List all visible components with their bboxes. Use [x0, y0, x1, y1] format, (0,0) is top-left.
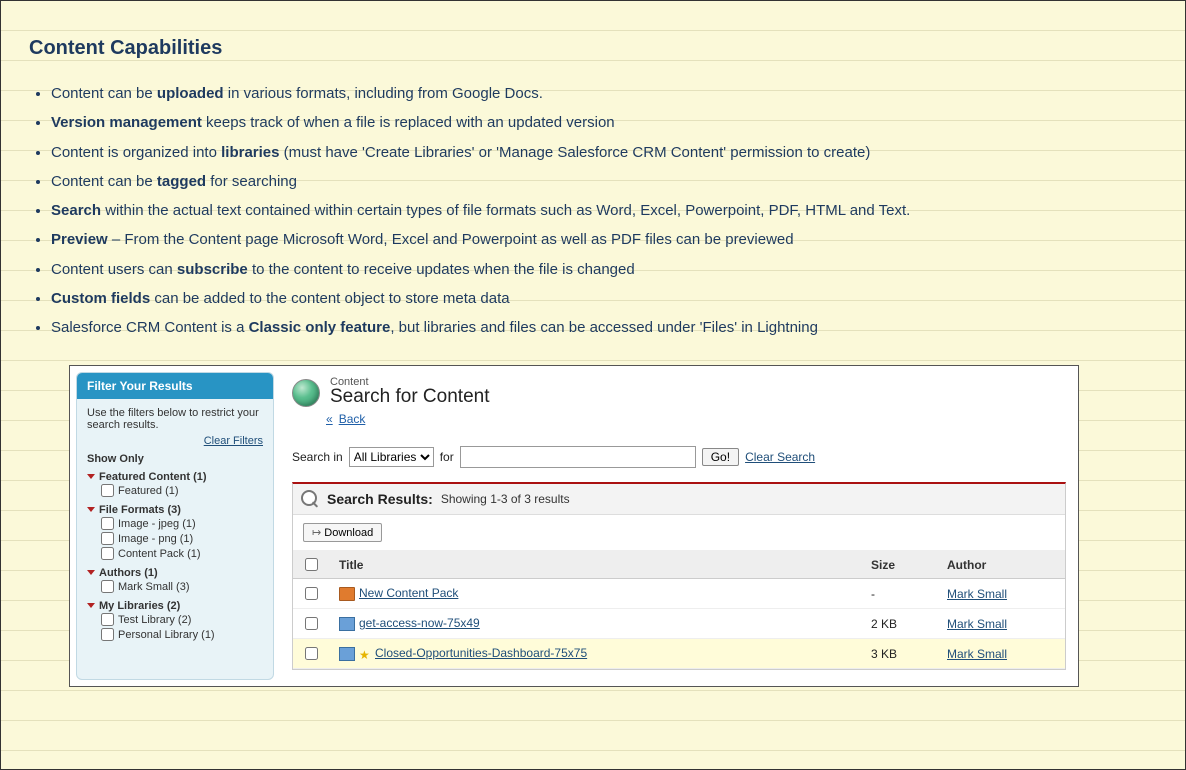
filter-item[interactable]: Image - jpeg (1) — [87, 516, 263, 531]
clear-search-link[interactable]: Clear Search — [745, 450, 815, 464]
results-panel: Search Results: Showing 1-3 of 3 results… — [292, 482, 1066, 670]
row-checkbox[interactable] — [305, 647, 318, 660]
content-area: Content Search for Content Back Search i… — [280, 366, 1078, 686]
capability-item: Search within the actual text contained … — [51, 199, 1157, 222]
filter-item[interactable]: Image - png (1) — [87, 531, 263, 546]
result-title-link[interactable]: New Content Pack — [359, 586, 458, 600]
filter-checkbox[interactable] — [101, 532, 114, 545]
filter-item[interactable]: Test Library (2) — [87, 612, 263, 627]
capability-item: Content users can subscribe to the conte… — [51, 258, 1157, 281]
results-body: New Content Pack-Mark Smallget-access-no… — [293, 579, 1065, 669]
filter-group[interactable]: My Libraries (2) — [87, 600, 263, 612]
capabilities-list: Content can be uploaded in various forma… — [29, 82, 1157, 339]
row-checkbox[interactable] — [305, 617, 318, 630]
results-title: Search Results: — [327, 491, 433, 507]
filter-group[interactable]: File Formats (3) — [87, 504, 263, 516]
table-row: get-access-now-75x49 2 KB Mark Small — [293, 609, 1065, 639]
download-button[interactable]: Download — [303, 523, 382, 542]
content-pack-icon — [339, 587, 355, 601]
image-file-icon — [339, 617, 355, 631]
table-row: ★Closed-Opportunities-Dashboard-75x75 3 K… — [293, 639, 1065, 669]
go-button[interactable]: Go! — [702, 448, 739, 466]
result-size: 3 KB — [863, 639, 939, 669]
for-label: for — [440, 450, 454, 464]
filter-item-label: Image - png (1) — [118, 533, 193, 545]
search-input[interactable] — [460, 446, 696, 468]
filter-item[interactable]: Mark Small (3) — [87, 579, 263, 594]
clear-filters-link[interactable]: Clear Filters — [204, 435, 263, 447]
sidebar-hint: Use the filters below to restrict your s… — [87, 407, 263, 431]
show-only-label: Show Only — [87, 453, 263, 465]
library-dropdown[interactable]: All Libraries — [349, 447, 434, 467]
filter-item-label: Test Library (2) — [118, 614, 191, 626]
filter-item[interactable]: Personal Library (1) — [87, 627, 263, 642]
capability-item: Content can be uploaded in various forma… — [51, 82, 1157, 105]
col-author: Author — [939, 551, 1065, 579]
capability-item: Version management keeps track of when a… — [51, 111, 1157, 134]
globe-icon — [292, 379, 320, 407]
result-size: - — [863, 579, 939, 609]
search-bar: Search in All Libraries for Go! Clear Se… — [292, 446, 1066, 468]
capability-item: Salesforce CRM Content is a Classic only… — [51, 316, 1157, 339]
filter-checkbox[interactable] — [101, 628, 114, 641]
filter-group[interactable]: Authors (1) — [87, 567, 263, 579]
result-author-link[interactable]: Mark Small — [947, 617, 1007, 631]
col-title: Title — [331, 551, 863, 579]
embedded-screenshot: Filter Your Results Use the filters belo… — [69, 365, 1079, 687]
results-subtitle: Showing 1-3 of 3 results — [441, 492, 570, 506]
filter-item-label: Image - jpeg (1) — [118, 518, 196, 530]
search-in-label: Search in — [292, 450, 343, 464]
filter-item-label: Featured (1) — [118, 485, 179, 497]
capability-item: Preview – From the Content page Microsof… — [51, 228, 1157, 251]
capability-item: Content can be tagged for searching — [51, 170, 1157, 193]
capability-item: Custom fields can be added to the conten… — [51, 287, 1157, 310]
col-size: Size — [863, 551, 939, 579]
filter-checkbox[interactable] — [101, 517, 114, 530]
back-link[interactable]: Back — [326, 412, 365, 426]
result-author-link[interactable]: Mark Small — [947, 587, 1007, 601]
featured-star-icon: ★ — [359, 648, 373, 660]
filter-item-label: Content Pack (1) — [118, 548, 201, 560]
image-file-icon — [339, 647, 355, 661]
capability-item: Content is organized into libraries (mus… — [51, 141, 1157, 164]
filter-item-label: Mark Small (3) — [118, 581, 190, 593]
sidebar-groups: Featured Content (1) Featured (1) File For… — [87, 471, 263, 642]
filter-item[interactable]: Featured (1) — [87, 483, 263, 498]
page-heading: Content Capabilities — [29, 37, 1157, 60]
filter-group[interactable]: Featured Content (1) — [87, 471, 263, 483]
filter-item-label: Personal Library (1) — [118, 629, 215, 641]
filter-checkbox[interactable] — [101, 484, 114, 497]
filter-checkbox[interactable] — [101, 613, 114, 626]
result-size: 2 KB — [863, 609, 939, 639]
sidebar-header: Filter Your Results — [77, 373, 273, 399]
select-all-checkbox[interactable] — [305, 558, 318, 571]
result-author-link[interactable]: Mark Small — [947, 647, 1007, 661]
row-checkbox[interactable] — [305, 587, 318, 600]
filter-sidebar: Filter Your Results Use the filters belo… — [76, 372, 274, 680]
result-title-link[interactable]: Closed-Opportunities-Dashboard-75x75 — [375, 646, 587, 660]
filter-item[interactable]: Content Pack (1) — [87, 546, 263, 561]
result-title-link[interactable]: get-access-now-75x49 — [359, 616, 480, 630]
filter-checkbox[interactable] — [101, 547, 114, 560]
table-row: New Content Pack -Mark Small — [293, 579, 1065, 609]
content-title: Search for Content — [330, 386, 489, 408]
filter-checkbox[interactable] — [101, 580, 114, 593]
results-table: Title Size Author New Content Pack-Mark … — [293, 551, 1065, 669]
magnifier-icon — [301, 490, 319, 508]
